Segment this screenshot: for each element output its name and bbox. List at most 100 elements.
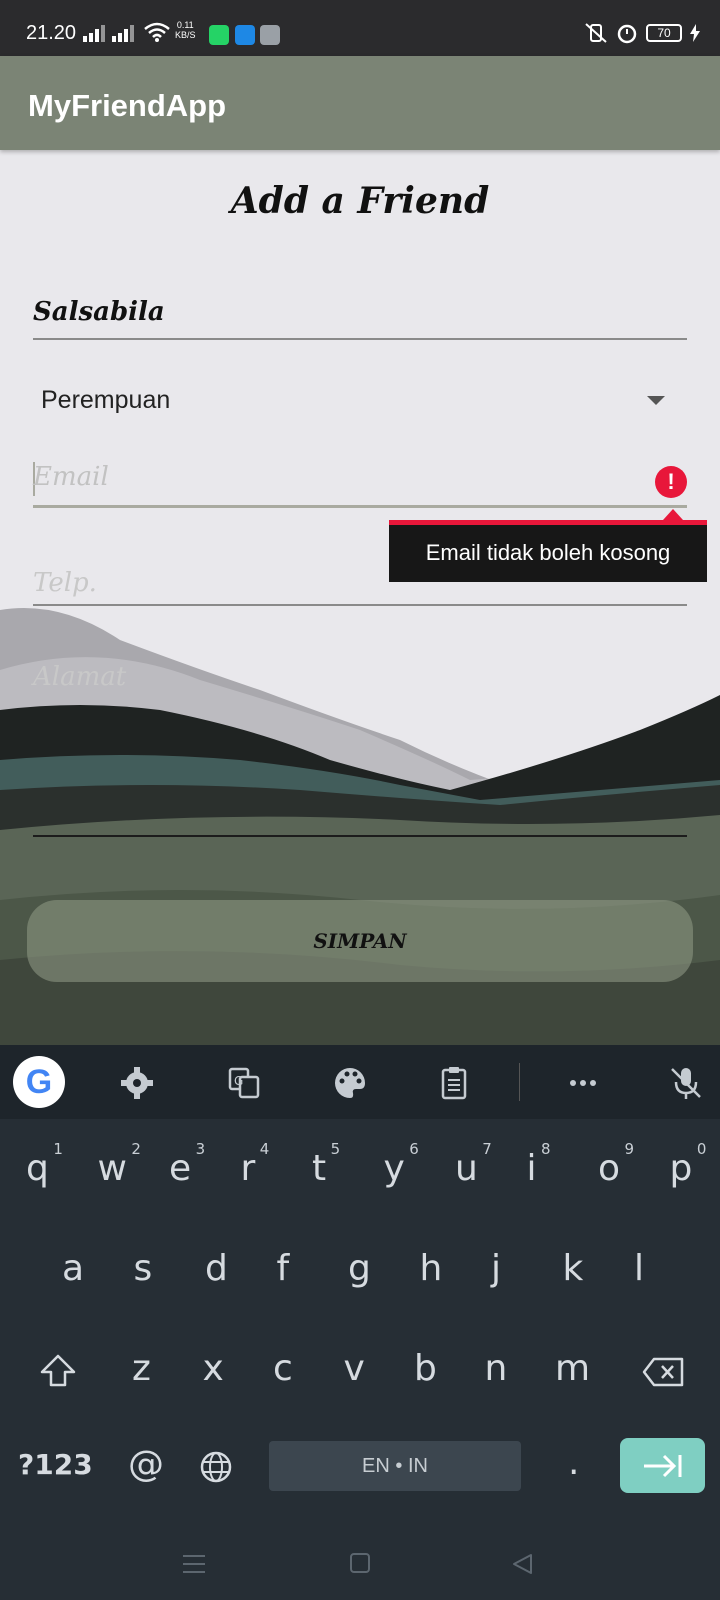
gender-selected-value: Perempuan [41, 386, 171, 414]
key-number-hint: 6 [409, 1140, 419, 1158]
key-label: o [598, 1148, 621, 1189]
key-e[interactable]: e3 [169, 1140, 205, 1189]
key-p[interactable]: p0 [669, 1140, 707, 1189]
enter-key[interactable] [620, 1438, 705, 1493]
back-icon[interactable] [511, 1553, 533, 1575]
key-n[interactable]: n [485, 1348, 508, 1389]
keyboard: G G [0, 1045, 720, 1600]
menu-icon[interactable] [183, 1554, 205, 1574]
battery-icon: 70 [646, 24, 682, 42]
at-key[interactable]: @ [128, 1444, 164, 1485]
key-d[interactable]: d [205, 1248, 228, 1289]
globe-icon[interactable] [199, 1450, 233, 1484]
telp-field[interactable]: Telp. [33, 550, 687, 606]
app-notification-icon [260, 25, 280, 45]
key-f[interactable]: f [277, 1248, 290, 1289]
key-z[interactable]: z [132, 1348, 151, 1389]
status-bar: 21.20 0.11 KB/S 70 [0, 0, 720, 56]
usb-icon [235, 25, 255, 45]
svg-text:G: G [234, 1074, 243, 1088]
shift-icon[interactable] [38, 1353, 78, 1389]
net-speed-value: 0.11 [176, 20, 194, 30]
key-label: l [634, 1248, 645, 1289]
key-q[interactable]: q1 [26, 1140, 63, 1189]
period-key[interactable]: . [568, 1442, 579, 1483]
key-y[interactable]: y6 [384, 1140, 419, 1189]
key-g[interactable]: g [348, 1248, 371, 1289]
name-value: Salsabila [33, 297, 165, 327]
key-label: f [276, 1248, 290, 1289]
toolbar-divider [519, 1063, 520, 1101]
key-label: j [491, 1248, 502, 1289]
key-label: c [273, 1348, 293, 1389]
mic-off-icon[interactable] [666, 1063, 706, 1103]
home-icon[interactable] [350, 1553, 370, 1573]
keyboard-toolbar: G G [0, 1045, 720, 1119]
key-r[interactable]: r4 [241, 1140, 270, 1189]
key-x[interactable]: x [203, 1348, 224, 1389]
next-field-icon [644, 1454, 682, 1478]
email-field[interactable]: Email ! [33, 450, 687, 508]
key-m[interactable]: m [555, 1348, 590, 1389]
key-i[interactable]: i8 [527, 1140, 551, 1189]
key-label: k [562, 1248, 584, 1289]
net-speed-unit: KB/S [175, 30, 196, 40]
google-icon[interactable]: G [13, 1056, 65, 1108]
key-o[interactable]: o9 [598, 1140, 634, 1189]
more-options-icon[interactable] [563, 1063, 603, 1103]
key-label: v [343, 1348, 365, 1389]
key-number-hint: 4 [259, 1140, 270, 1158]
name-field[interactable]: Salsabila [33, 285, 687, 340]
whatsapp-icon [209, 25, 229, 45]
theme-palette-icon[interactable] [330, 1063, 370, 1103]
key-label: a [62, 1248, 85, 1289]
alamat-field[interactable]: Alamat [33, 652, 687, 837]
name-underline [33, 338, 687, 340]
symbols-key[interactable]: ?123 [18, 1448, 93, 1481]
telp-placeholder: Telp. [33, 568, 97, 598]
key-label: b [414, 1348, 437, 1389]
key-j[interactable]: j [491, 1248, 501, 1289]
key-k[interactable]: k [563, 1248, 584, 1289]
save-button[interactable]: SIMPAN [27, 900, 693, 982]
clipboard-icon[interactable] [434, 1063, 474, 1103]
key-u[interactable]: u7 [455, 1140, 492, 1189]
key-b[interactable]: b [414, 1348, 437, 1389]
signal-icon-2 [112, 24, 134, 42]
key-t[interactable]: t5 [312, 1140, 340, 1189]
key-label: h [419, 1248, 443, 1289]
key-label: p [669, 1148, 693, 1189]
gender-select[interactable]: Perempuan [33, 366, 687, 436]
key-number-hint: 1 [53, 1140, 63, 1158]
key-w[interactable]: w2 [97, 1140, 141, 1189]
settings-gear-icon[interactable] [117, 1063, 157, 1103]
space-key[interactable]: EN • IN [269, 1441, 521, 1491]
backspace-icon[interactable] [642, 1357, 684, 1387]
key-label: m [555, 1348, 591, 1389]
alarm-icon [617, 24, 637, 44]
email-underline [33, 505, 687, 508]
error-icon[interactable]: ! [655, 466, 687, 498]
charging-icon [690, 24, 700, 42]
key-label: w [97, 1148, 127, 1189]
key-c[interactable]: c [273, 1348, 293, 1389]
key-label: d [205, 1248, 228, 1289]
key-l[interactable]: l [634, 1248, 644, 1289]
app-title: MyFriendApp [28, 88, 227, 123]
wifi-icon [144, 22, 170, 42]
translate-icon[interactable]: G [224, 1063, 264, 1103]
key-number-hint: 8 [540, 1140, 551, 1158]
key-v[interactable]: v [344, 1348, 365, 1389]
key-label: u [455, 1148, 478, 1189]
alamat-underline [33, 835, 687, 837]
key-h[interactable]: h [420, 1248, 443, 1289]
screen: 21.20 0.11 KB/S 70 MyFriendApp Add a Fri… [0, 0, 720, 1600]
key-s[interactable]: s [134, 1248, 153, 1289]
key-a[interactable]: a [62, 1248, 84, 1289]
key-number-hint: 2 [131, 1140, 141, 1158]
telp-underline [33, 604, 687, 606]
nav-bar [0, 1540, 720, 1600]
tooltip-pointer [663, 509, 683, 520]
key-number-hint: 0 [696, 1140, 707, 1158]
dropdown-arrow-icon[interactable] [647, 396, 665, 405]
